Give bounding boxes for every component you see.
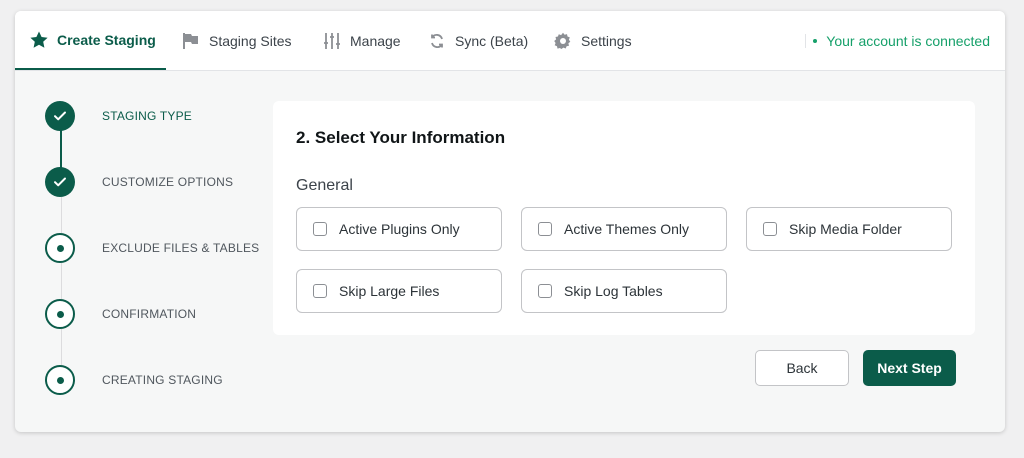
tab-label: Create Staging (57, 31, 156, 48)
information-card: 2. Select Your Information General Activ… (273, 101, 975, 335)
option-label: Skip Log Tables (564, 283, 663, 299)
checkbox[interactable] (538, 222, 552, 236)
tab-label: Sync (Beta) (455, 32, 529, 49)
pending-step-icon (45, 233, 75, 263)
step-creating-staging: CREATING STAGING (45, 365, 223, 395)
step-label: EXCLUDE FILES & TABLES (102, 241, 260, 255)
step-customize-options: CUSTOMIZE OPTIONS (45, 167, 233, 197)
option-label: Skip Large Files (339, 283, 440, 299)
connection-status: Your account is connected (805, 11, 990, 70)
sync-icon (427, 31, 447, 51)
option-skip-log-tables[interactable]: Skip Log Tables (521, 269, 727, 313)
step-label: CONFIRMATION (102, 307, 197, 321)
step-staging-type: STAGING TYPE (45, 101, 192, 131)
tab-label: Manage (350, 32, 401, 49)
step-label: CUSTOMIZE OPTIONS (102, 175, 234, 189)
checkbox[interactable] (538, 284, 552, 298)
step-label: STAGING TYPE (102, 109, 192, 123)
checkbox[interactable] (313, 222, 327, 236)
option-label: Active Themes Only (564, 221, 690, 237)
option-label: Skip Media Folder (789, 221, 902, 237)
step-label: CREATING STAGING (102, 373, 223, 387)
status-dot (813, 38, 818, 43)
group-title: General (296, 177, 353, 194)
tab-settings[interactable]: Settings (553, 11, 632, 70)
divider (805, 34, 807, 48)
tab-staging-sites[interactable]: Staging Sites (181, 11, 292, 70)
option-skip-large-files[interactable]: Skip Large Files (296, 269, 502, 313)
star-icon (29, 30, 49, 50)
step-confirmation: CONFIRMATION (45, 299, 196, 329)
option-skip-media-folder[interactable]: Skip Media Folder (746, 207, 952, 251)
tab-label: Settings (581, 32, 632, 49)
option-active-themes-only[interactable]: Active Themes Only (521, 207, 727, 251)
step-exclude-files-tables: EXCLUDE FILES & TABLES (45, 233, 259, 263)
tab-sync-beta[interactable]: Sync (Beta) (427, 11, 528, 70)
check-icon (45, 101, 75, 131)
back-button[interactable]: Back (755, 350, 849, 386)
connection-status-text: Your account is connected (826, 32, 990, 49)
sliders-icon (322, 31, 342, 51)
option-active-plugins-only[interactable]: Active Plugins Only (296, 207, 502, 251)
pending-step-icon (45, 365, 75, 395)
top-navigation: Create Staging Staging Sites Manage Sync… (15, 11, 1005, 71)
tab-manage[interactable]: Manage (322, 11, 401, 70)
check-icon (45, 167, 75, 197)
progress-line-pending (60, 181, 62, 381)
tab-label: Staging Sites (209, 32, 292, 49)
gear-icon (553, 31, 573, 51)
staging-panel: Create Staging Staging Sites Manage Sync… (15, 11, 1005, 432)
form-title: 2. Select Your Information (296, 128, 506, 147)
flag-icon (181, 31, 201, 51)
checkbox[interactable] (313, 284, 327, 298)
next-step-button[interactable]: Next Step (863, 350, 956, 386)
tab-create-staging[interactable]: Create Staging (15, 11, 166, 70)
option-label: Active Plugins Only (339, 221, 460, 237)
pending-step-icon (45, 299, 75, 329)
checkbox[interactable] (763, 222, 777, 236)
